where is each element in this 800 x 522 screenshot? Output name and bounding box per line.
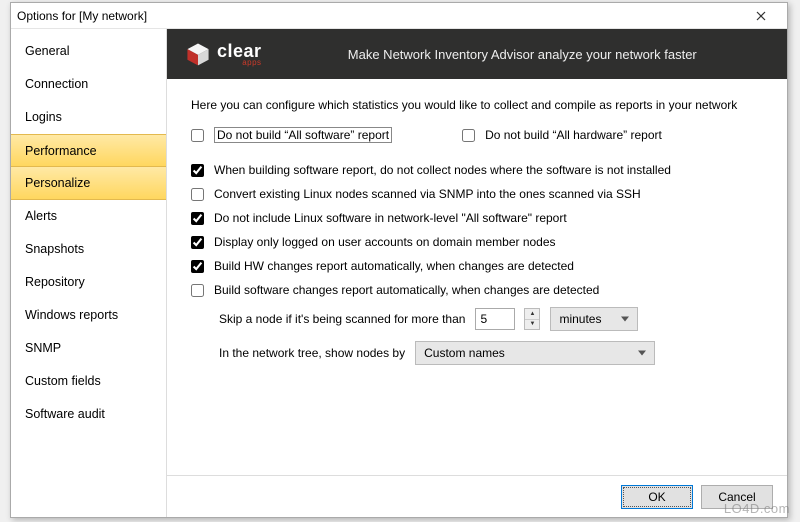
cube-icon (185, 41, 211, 67)
sidebar: General Connection Logins Performance Pe… (11, 29, 167, 517)
combo-skip-unit-value: minutes (559, 312, 601, 326)
row-show-nodes-by: In the network tree, show nodes by Custo… (191, 341, 763, 365)
checkbox-convert-linux[interactable] (191, 188, 204, 201)
opt-skip-not-installed[interactable]: When building software report, do not co… (191, 163, 763, 177)
label-skip-not-installed: When building software report, do not co… (214, 163, 671, 177)
brand-logo: clear apps (185, 41, 262, 67)
content-pane: clear apps Make Network Inventory Adviso… (167, 29, 787, 517)
label-convert-linux: Convert existing Linux nodes scanned via… (214, 187, 641, 201)
sidebar-item-snapshots[interactable]: Snapshots (11, 233, 166, 266)
options-window: Options for [My network] General Connect… (10, 2, 788, 518)
sidebar-item-alerts[interactable]: Alerts (11, 200, 166, 233)
label-logged-on-only: Display only logged on user accounts on … (214, 235, 556, 249)
label-show-nodes-by: In the network tree, show nodes by (219, 346, 405, 360)
spinner-skip-minutes[interactable]: ▲ ▼ (524, 308, 540, 330)
pane-description: Here you can configure which statistics … (191, 97, 763, 113)
opt-convert-linux[interactable]: Convert existing Linux nodes scanned via… (191, 187, 763, 201)
checkbox-logged-on-only[interactable] (191, 236, 204, 249)
checkbox-hw-changes[interactable] (191, 260, 204, 273)
sidebar-item-personalize[interactable]: Personalize (11, 167, 166, 200)
checkbox-no-all-hardware[interactable] (462, 129, 475, 142)
label-skip-node: Skip a node if it's being scanned for mo… (219, 312, 465, 326)
settings-pane: Here you can configure which statistics … (167, 79, 787, 475)
ok-button[interactable]: OK (621, 485, 693, 509)
label-no-all-software: Do not build “All software” report (214, 127, 392, 143)
row-build-reports: Do not build “All software” report Do no… (191, 127, 763, 153)
sidebar-item-snmp[interactable]: SNMP (11, 332, 166, 365)
checkbox-exclude-linux-sw[interactable] (191, 212, 204, 225)
close-icon (756, 11, 766, 21)
spinner-down-icon[interactable]: ▼ (525, 320, 539, 330)
label-hw-changes: Build HW changes report automatically, w… (214, 259, 574, 273)
spinner-up-icon[interactable]: ▲ (525, 309, 539, 320)
opt-exclude-linux-sw[interactable]: Do not include Linux software in network… (191, 211, 763, 225)
sidebar-item-repository[interactable]: Repository (11, 266, 166, 299)
sidebar-item-logins[interactable]: Logins (11, 101, 166, 134)
row-skip-node: Skip a node if it's being scanned for mo… (191, 307, 763, 331)
opt-logged-on-only[interactable]: Display only logged on user accounts on … (191, 235, 763, 249)
dialog-footer: OK Cancel (167, 475, 787, 517)
opt-no-all-software[interactable]: Do not build “All software” report (191, 127, 392, 143)
sidebar-item-windows-reports[interactable]: Windows reports (11, 299, 166, 332)
label-sw-changes: Build software changes report automatica… (214, 283, 599, 297)
sidebar-item-performance[interactable]: Performance (11, 134, 166, 167)
opt-sw-changes[interactable]: Build software changes report automatica… (191, 283, 763, 297)
opt-no-all-hardware[interactable]: Do not build “All hardware” report (462, 128, 662, 142)
close-button[interactable] (741, 5, 781, 27)
checkbox-no-all-software[interactable] (191, 129, 204, 142)
combo-skip-unit[interactable]: minutes (550, 307, 638, 331)
combo-show-nodes-by-value: Custom names (424, 346, 505, 360)
window-title: Options for [My network] (17, 9, 741, 23)
titlebar: Options for [My network] (11, 3, 787, 29)
input-skip-minutes[interactable] (475, 308, 515, 330)
combo-show-nodes-by[interactable]: Custom names (415, 341, 655, 365)
label-no-all-hardware: Do not build “All hardware” report (485, 128, 662, 142)
opt-hw-changes[interactable]: Build HW changes report automatically, w… (191, 259, 763, 273)
label-exclude-linux-sw: Do not include Linux software in network… (214, 211, 567, 225)
cancel-button[interactable]: Cancel (701, 485, 773, 509)
sidebar-item-custom-fields[interactable]: Custom fields (11, 365, 166, 398)
banner-tagline: Make Network Inventory Advisor analyze y… (276, 47, 769, 62)
checkbox-skip-not-installed[interactable] (191, 164, 204, 177)
sidebar-item-general[interactable]: General (11, 35, 166, 68)
banner: clear apps Make Network Inventory Adviso… (167, 29, 787, 79)
sidebar-item-connection[interactable]: Connection (11, 68, 166, 101)
window-body: General Connection Logins Performance Pe… (11, 29, 787, 517)
checkbox-sw-changes[interactable] (191, 284, 204, 297)
sidebar-item-software-audit[interactable]: Software audit (11, 398, 166, 431)
